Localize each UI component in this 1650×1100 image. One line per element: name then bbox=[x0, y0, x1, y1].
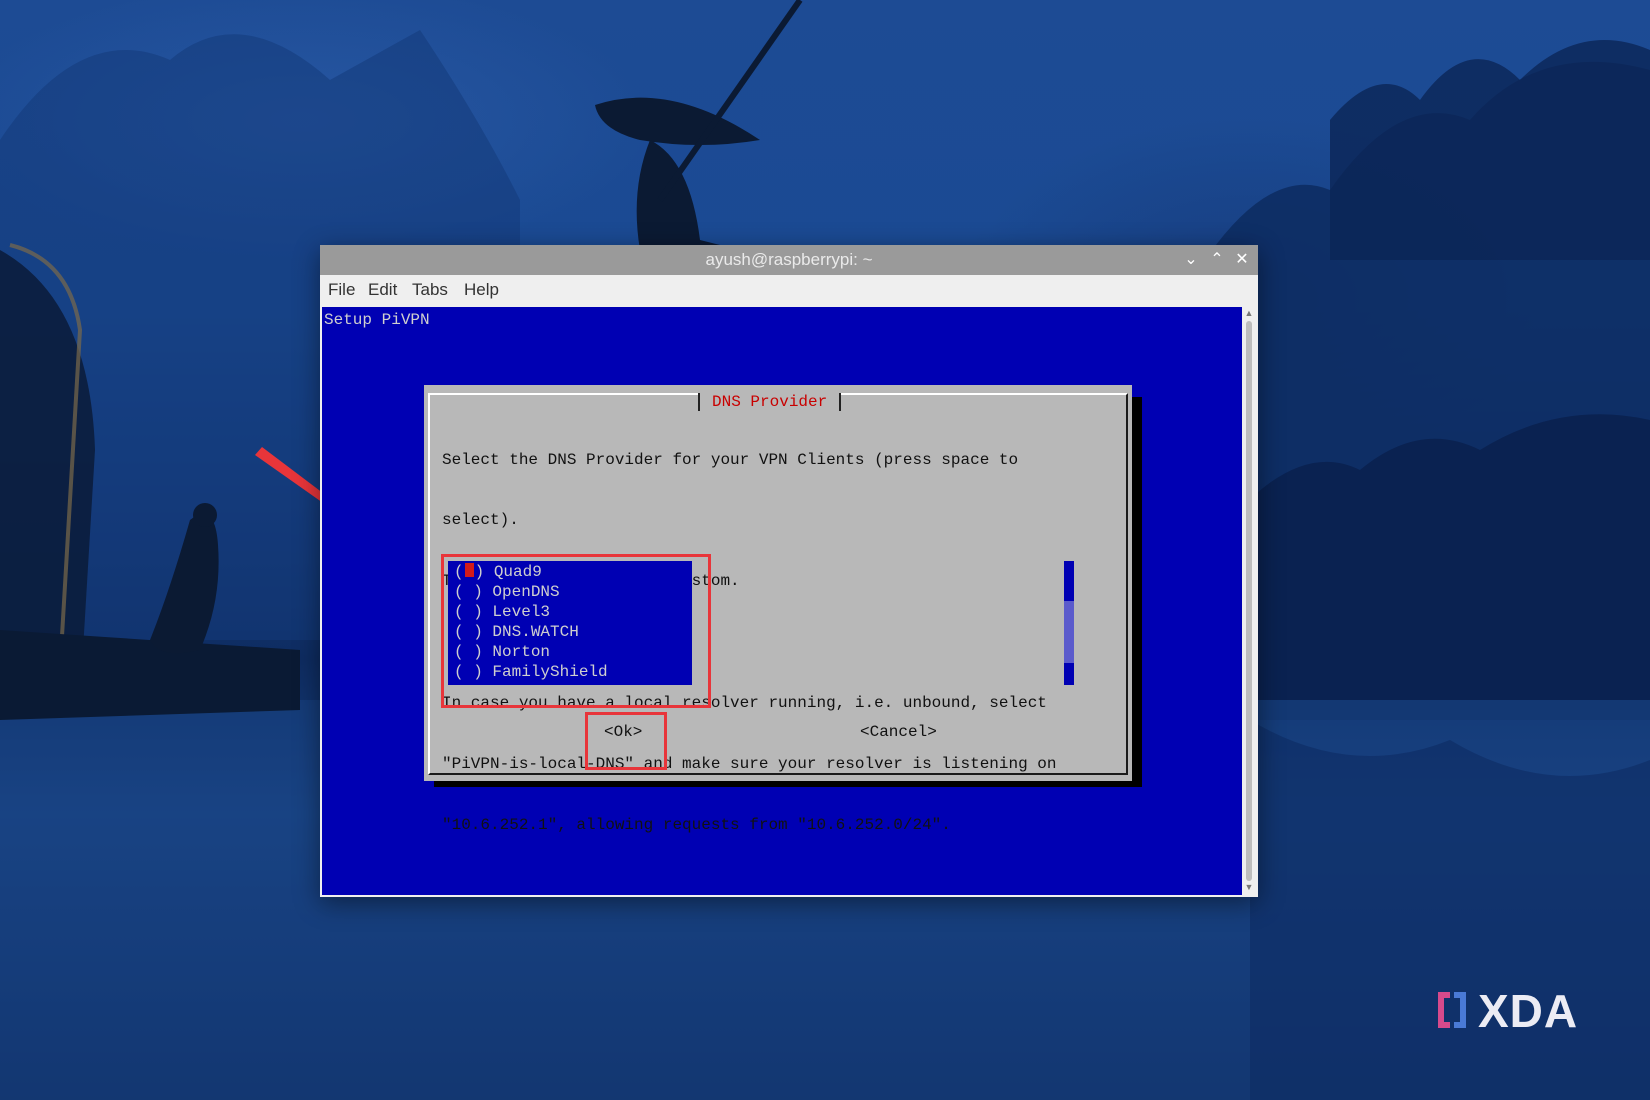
description-line: "PiVPN-is-local-DNS" and make sure your … bbox=[442, 754, 1057, 773]
xda-wordmark: XDA bbox=[1478, 985, 1579, 1037]
maximize-icon[interactable]: ⌃ bbox=[1206, 249, 1228, 271]
menu-help[interactable]: Help bbox=[464, 280, 499, 300]
xda-logo: XDA bbox=[1432, 984, 1612, 1037]
menu-tabs[interactable]: Tabs bbox=[412, 280, 448, 300]
cancel-button[interactable]: <Cancel> bbox=[860, 723, 937, 741]
description-line: select). bbox=[442, 511, 519, 530]
list-scroll-end bbox=[1064, 663, 1074, 685]
options-highlight-box bbox=[441, 554, 711, 708]
setup-header: Setup PiVPN bbox=[324, 311, 430, 329]
list-scroll-thumb[interactable] bbox=[1064, 561, 1074, 601]
description-line: Select the DNS Provider for your VPN Cli… bbox=[442, 450, 1019, 469]
xda-bracket-icon bbox=[1438, 992, 1466, 1028]
list-scrollbar[interactable] bbox=[1064, 561, 1074, 685]
window-titlebar[interactable]: ayush@raspberrypi: ~ ⌄ ⌃ ✕ bbox=[320, 245, 1258, 275]
menu-file[interactable]: File bbox=[328, 280, 355, 300]
scroll-down-icon[interactable]: ▼ bbox=[1244, 883, 1254, 892]
close-icon[interactable]: ✕ bbox=[1231, 249, 1253, 271]
window-title: ayush@raspberrypi: ~ bbox=[705, 250, 873, 269]
scroll-up-icon[interactable]: ▲ bbox=[1244, 309, 1254, 318]
description-line: "10.6.252.1", allowing requests from "10… bbox=[442, 815, 951, 834]
menu-edit[interactable]: Edit bbox=[368, 280, 397, 300]
terminal-scrollbar[interactable]: ▲ ▼ bbox=[1242, 307, 1256, 895]
ok-highlight-box bbox=[585, 712, 667, 770]
menubar: File Edit Tabs Help bbox=[320, 275, 1258, 303]
minimize-icon[interactable]: ⌄ bbox=[1180, 249, 1202, 271]
terminal-scroll-thumb[interactable] bbox=[1246, 321, 1252, 881]
